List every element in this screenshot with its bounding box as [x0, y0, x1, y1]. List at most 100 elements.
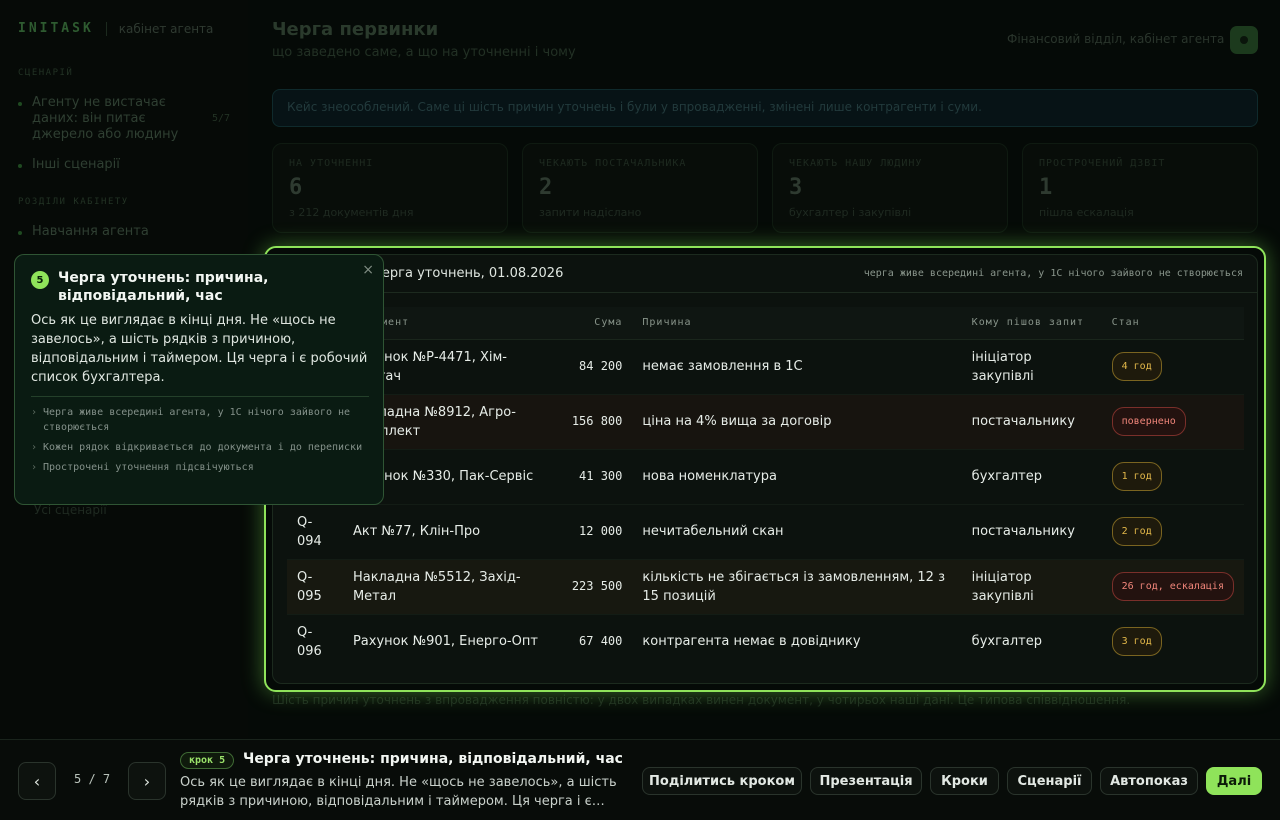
stat-card: Чекають постачальника 2 запити надіслано — [522, 143, 758, 233]
bullet-icon — [18, 102, 22, 106]
stat-value: 1 — [1039, 175, 1053, 200]
department-label: Фінансовий відділ, кабінет агента — [1007, 32, 1225, 46]
bullet-icon — [18, 164, 22, 168]
column-header-state: Стан — [1101, 307, 1244, 340]
row-state-cell: 3 год — [1102, 614, 1244, 669]
row-sum: 12 000 — [552, 504, 633, 560]
row-reason: нечитабельний скан — [632, 504, 962, 560]
step-number-badge: 5 — [31, 271, 49, 289]
row-state-cell: 2 год — [1101, 504, 1244, 560]
stat-value: 2 — [539, 175, 553, 200]
scenarios-button[interactable]: Сценарії — [1007, 767, 1092, 795]
status-badge: 1 год — [1111, 462, 1162, 491]
row-recipient: постачальнику — [961, 394, 1102, 450]
stat-note: з 212 документів дня — [289, 206, 414, 219]
stat-card: На уточненні 6 з 212 документів дня — [272, 143, 508, 233]
step-counter: 5 / 7 — [74, 772, 111, 786]
list-item: Черга живе всередині агента, у 1С нічого… — [31, 405, 376, 435]
row-state-cell: 26 год, ескалація — [1101, 559, 1244, 615]
table-row[interactable]: Q-092 Накладна №8912, Агро-Комплект 156 … — [287, 394, 1244, 450]
sidebar-item-training[interactable]: Навчання агента — [18, 224, 149, 240]
logo-row: INITASK кабінет агента — [18, 21, 213, 36]
row-recipient: постачальнику — [961, 504, 1102, 560]
tour-footer: ‹ 5 / 7 › крок 5 Черга уточнень: причина… — [0, 739, 1280, 820]
logo-divider — [105, 21, 107, 36]
row-id: Q-095 — [287, 559, 343, 615]
logo-subtitle: кабінет агента — [118, 21, 214, 36]
row-state-cell: повернено — [1101, 394, 1244, 450]
stat-note: запити надіслано — [539, 206, 642, 219]
row-state-cell: 1 год — [1101, 449, 1244, 505]
sidebar-item-other-scenarios[interactable]: Інші сценарії — [18, 157, 120, 173]
stat-label: Чекають постачальника — [539, 158, 687, 169]
list-item: Кожен рядок відкривається до документа і… — [31, 440, 376, 455]
stat-note: бухгалтер і закупівлі — [789, 206, 912, 219]
status-badge: 2 год — [1111, 517, 1162, 546]
clarification-queue-panel: Черга уточнень, 01.08.2026 черга живе вс… — [272, 254, 1258, 684]
sidebar-item-label: Інші сценарії — [32, 157, 120, 172]
autoplay-button[interactable]: Автопоказ — [1100, 767, 1198, 795]
row-sum: 84 200 — [552, 339, 633, 395]
sidebar-item-current-scenario[interactable]: Агенту не вистачає даних: він питає джер… — [18, 95, 231, 143]
row-recipient: ініціатор закупівлі — [961, 559, 1102, 615]
logo: INITASK — [18, 21, 94, 36]
presentation-button[interactable]: Презентація — [810, 767, 922, 795]
prev-step-button[interactable]: ‹ — [18, 762, 56, 800]
table-row[interactable]: Q-096 Рахунок №901, Енерго-Опт 67 400 ко… — [287, 614, 1244, 669]
stat-value: 6 — [289, 175, 303, 200]
row-reason: ціна на 4% вища за договір — [632, 394, 962, 450]
table-row[interactable]: Q-093 Рахунок №330, Пак-Сервіс 41 300 но… — [287, 449, 1244, 505]
tour-popover: 5 Черга уточнень: причина, відповідальни… — [14, 254, 384, 505]
status-badge: повернено — [1111, 407, 1186, 436]
popover-divider — [31, 396, 369, 397]
popover-title: Черга уточнень: причина, відповідальний,… — [58, 270, 269, 304]
clarification-table: ID Документ Сума Причина Кому пішов запи… — [287, 307, 1244, 669]
next-button[interactable]: Далі — [1206, 767, 1262, 795]
popover-body: Ось як це виглядає в кінці дня. Не «щось… — [31, 313, 368, 385]
row-reason: кількість не збігається із замовленням, … — [632, 559, 962, 615]
step-title: Черга уточнень: причина, відповідальний,… — [243, 751, 623, 767]
column-header-sum: Сума — [552, 307, 633, 340]
stat-label: Чекають нашу людину — [789, 158, 923, 169]
steps-button[interactable]: Кроки — [930, 767, 999, 795]
stat-value: 3 — [789, 175, 803, 200]
stat-card: Прострочений дзвіт 1 пішла ескалація — [1022, 143, 1258, 233]
step-tag: крок 5 — [180, 752, 235, 769]
stat-label: Прострочений дзвіт — [1039, 158, 1166, 169]
row-document: Акт №77, Клін-Про — [342, 504, 553, 560]
column-header-recipient: Кому пішов запит — [961, 307, 1102, 340]
table-row[interactable]: Q-094 Акт №77, Клін-Про 12 000 нечитабел… — [287, 504, 1244, 560]
status-badge: 3 год — [1111, 627, 1162, 657]
row-sum: 67 400 — [579, 634, 623, 649]
row-sum: 156 800 — [552, 394, 633, 450]
table-caption: Шість причин уточнень з впровадження пов… — [272, 693, 1131, 707]
sidebar-item-all-scenarios[interactable]: Усі сценарії — [34, 503, 107, 517]
table-row[interactable]: Q-095 Накладна №5512, Захід-Метал 223 50… — [287, 559, 1244, 615]
status-badge: 4 год — [1111, 352, 1162, 381]
table-header-row: ID Документ Сума Причина Кому пішов запи… — [287, 307, 1244, 340]
list-item: Прострочені уточнення підсвічуються — [31, 460, 376, 475]
row-sum: 41 300 — [552, 449, 633, 505]
avatar-dot-icon — [1240, 36, 1248, 44]
section-heading-cabinet: Розділи кабінету — [18, 197, 129, 207]
stat-card: Чекають нашу людину 3 бухгалтер і закупі… — [772, 143, 1008, 233]
row-reason: контрагента немає в довіднику — [642, 634, 861, 650]
chevron-right-icon: › — [143, 771, 151, 791]
next-step-arrow-button[interactable]: › — [128, 762, 166, 800]
scenario-progress-badge: 5/7 — [212, 113, 231, 124]
avatar[interactable] — [1230, 26, 1258, 54]
stat-label: На уточненні — [289, 158, 374, 169]
page-title: Черга первинки — [272, 19, 439, 40]
table-row[interactable]: Q-091 Рахунок №Р-4471, Хім-Постач 84 200… — [287, 339, 1244, 395]
row-recipient: бухгалтер — [971, 634, 1043, 650]
panel-title: Черга уточнень, 01.08.2026 — [373, 266, 564, 281]
row-document: Рахунок №901, Енерго-Опт — [352, 634, 538, 650]
column-header-reason: Причина — [632, 307, 962, 340]
share-step-button[interactable]: Поділитись кроком — [642, 767, 802, 795]
row-state-cell: 4 год — [1101, 339, 1244, 395]
sidebar-item-label: Агенту не вистачає даних: він питає джер… — [32, 95, 179, 142]
chevron-left-icon: ‹ — [33, 771, 41, 791]
close-icon[interactable]: × — [362, 262, 374, 278]
panel-note: черга живе всередині агента, у 1С нічого… — [863, 268, 1243, 279]
row-recipient: ініціатор закупівлі — [961, 339, 1102, 395]
